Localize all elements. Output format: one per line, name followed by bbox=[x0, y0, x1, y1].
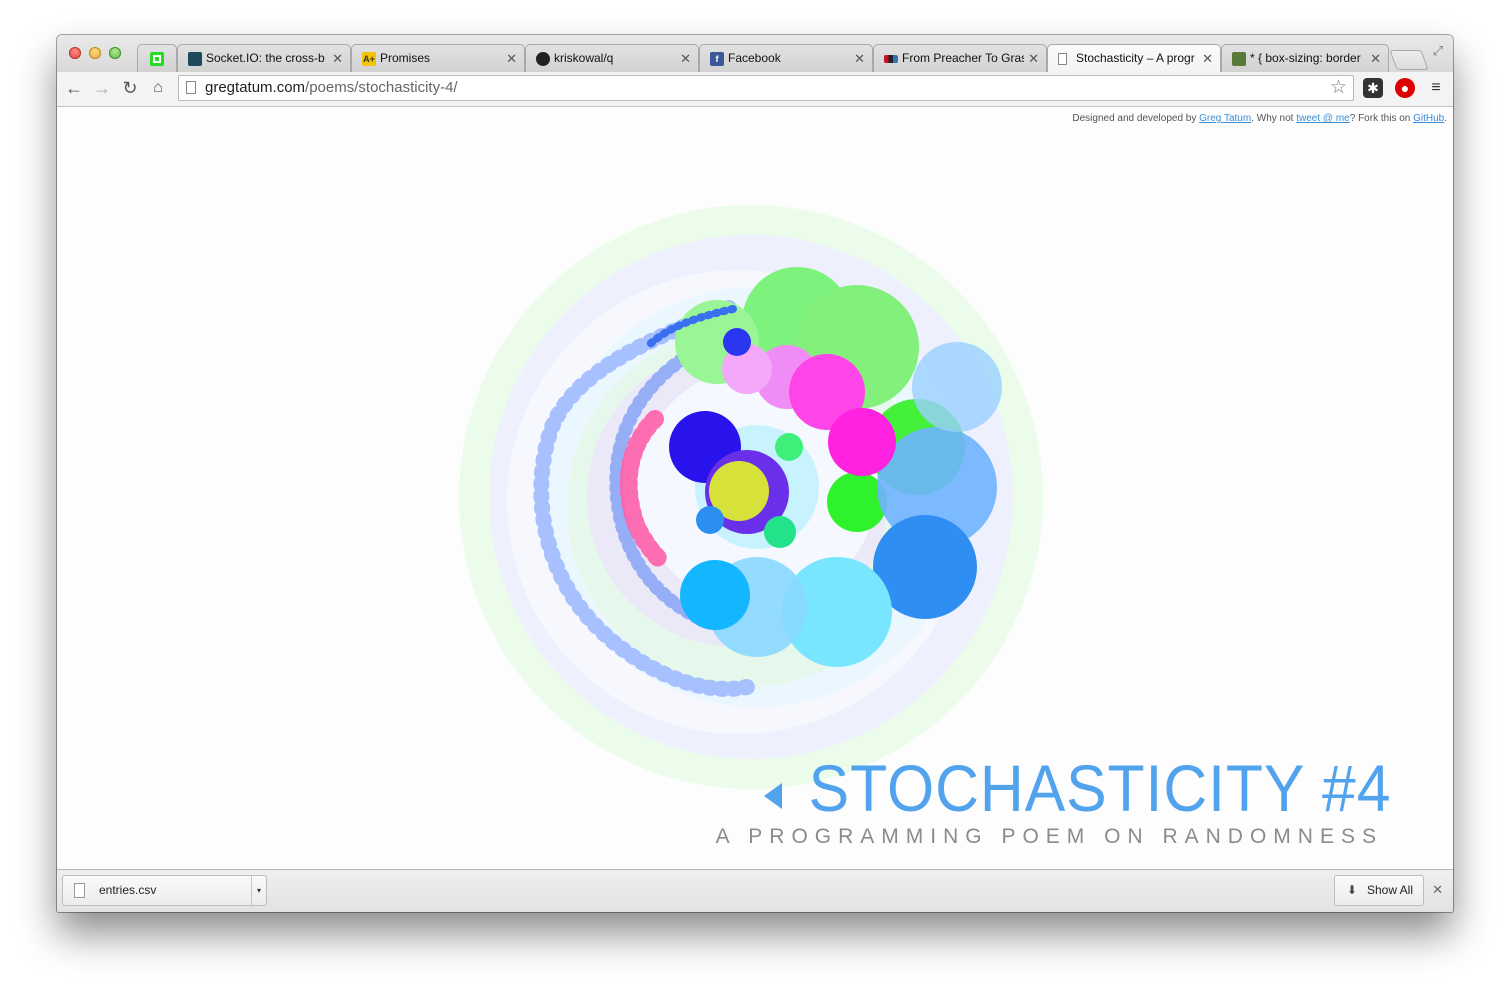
facebook-icon: f bbox=[710, 52, 724, 66]
tab-close-icon[interactable]: ✕ bbox=[506, 45, 517, 72]
core-blue bbox=[696, 506, 724, 534]
tab-close-icon[interactable]: ✕ bbox=[680, 45, 691, 72]
poem-title: STOCHASTICITY #4 bbox=[808, 751, 1391, 825]
previous-poem-arrow-icon[interactable] bbox=[764, 783, 782, 809]
url-path: /poems/stochasticity-4/ bbox=[305, 79, 458, 96]
tab-npr[interactable]: From Preacher To Gras ✕ bbox=[873, 44, 1047, 72]
back-icon[interactable]: ← bbox=[63, 77, 85, 99]
bookmark-star-icon[interactable]: ☆ bbox=[1330, 76, 1347, 100]
tab-socketio[interactable]: Socket.IO: the cross-b ✕ bbox=[177, 44, 351, 72]
core-green bbox=[764, 516, 796, 548]
address-bar[interactable]: gregtatum.com/poems/stochasticity-4/ ☆ bbox=[178, 75, 1354, 101]
tab-github[interactable]: kriskowal/q ✕ bbox=[525, 44, 699, 72]
new-tab-button[interactable] bbox=[1389, 50, 1429, 70]
download-arrow-icon: ⬇ bbox=[1347, 883, 1358, 897]
tab-facebook[interactable]: f Facebook ✕ bbox=[699, 44, 873, 72]
tab-title: Stochasticity – A progr bbox=[1076, 51, 1195, 65]
blob-magenta bbox=[828, 408, 896, 476]
tab-stochasticity[interactable]: Stochasticity – A progr ✕ bbox=[1047, 44, 1221, 72]
blob-cyan bbox=[680, 560, 750, 630]
page-icon bbox=[1058, 53, 1067, 65]
close-window-button[interactable] bbox=[69, 47, 81, 59]
page-icon bbox=[186, 81, 196, 94]
tab-close-icon[interactable]: ✕ bbox=[1028, 45, 1039, 72]
blob-blue bbox=[912, 342, 1002, 432]
browser-toolbar: ← → ↻ ⌂ gregtatum.com/poems/stochasticit… bbox=[57, 72, 1453, 107]
url-host: gregtatum.com bbox=[205, 79, 306, 96]
download-file-name: entries.csv bbox=[99, 883, 157, 897]
minimize-window-button[interactable] bbox=[89, 47, 101, 59]
tab-close-icon[interactable]: ✕ bbox=[1202, 45, 1213, 72]
npr-icon bbox=[884, 55, 898, 63]
page-content: Designed and developed by Greg Tatum. Wh… bbox=[57, 107, 1453, 869]
tab-title: kriskowal/q bbox=[554, 51, 614, 65]
tab-title: From Preacher To Gras bbox=[902, 51, 1024, 65]
poem-subtitle: A PROGRAMMING POEM ON RANDOMNESS bbox=[715, 825, 1383, 848]
blob-dark-blue bbox=[723, 328, 751, 356]
url-text: gregtatum.com/poems/stochasticity-4/ bbox=[205, 76, 458, 100]
home-icon[interactable]: ⌂ bbox=[147, 77, 169, 99]
browser-window: Socket.IO: the cross-b ✕ A+ Promises ✕ k… bbox=[57, 35, 1453, 912]
tab-title: Promises bbox=[380, 51, 431, 65]
fullscreen-icon[interactable]: ⤢ bbox=[1433, 43, 1443, 59]
download-shelf: entries.csv ▾ ⬇ Show All ✕ bbox=[57, 869, 1453, 912]
tab-close-icon[interactable]: ✕ bbox=[854, 45, 865, 72]
download-item[interactable]: entries.csv ▾ bbox=[62, 875, 267, 906]
forward-icon[interactable]: → bbox=[91, 77, 113, 99]
socketio-icon bbox=[188, 52, 202, 66]
download-menu-arrow-icon[interactable]: ▾ bbox=[251, 876, 266, 905]
github-icon bbox=[536, 52, 550, 66]
green-square-icon bbox=[150, 52, 164, 66]
close-shelf-icon[interactable]: ✕ bbox=[1432, 882, 1443, 898]
file-icon bbox=[74, 883, 85, 898]
aplus-icon: A+ bbox=[362, 52, 376, 66]
tab-promises[interactable]: A+ Promises ✕ bbox=[351, 44, 525, 72]
tab-title: * { box-sizing: border bbox=[1250, 51, 1361, 65]
show-all-label: Show All bbox=[1366, 883, 1413, 897]
zoom-window-button[interactable] bbox=[109, 47, 121, 59]
tab-close-icon[interactable]: ✕ bbox=[332, 45, 343, 72]
tab-close-icon[interactable]: ✕ bbox=[1370, 45, 1381, 72]
show-all-downloads-button[interactable]: ⬇ Show All bbox=[1334, 875, 1424, 906]
core-green bbox=[775, 433, 803, 461]
tab-strip: Socket.IO: the cross-b ✕ A+ Promises ✕ k… bbox=[57, 35, 1453, 72]
tab-pinned[interactable] bbox=[137, 44, 177, 72]
adblock-icon[interactable]: ● bbox=[1395, 78, 1415, 98]
tab-title: Facebook bbox=[728, 51, 781, 65]
menu-icon[interactable]: ≡ bbox=[1425, 77, 1447, 99]
tab-box-sizing[interactable]: * { box-sizing: border ✕ bbox=[1221, 44, 1389, 72]
avatar-icon bbox=[1232, 52, 1246, 66]
tab-title: Socket.IO: the cross-b bbox=[206, 51, 325, 65]
extension-icon[interactable]: ✱ bbox=[1363, 78, 1383, 98]
reload-icon[interactable]: ↻ bbox=[119, 77, 141, 99]
